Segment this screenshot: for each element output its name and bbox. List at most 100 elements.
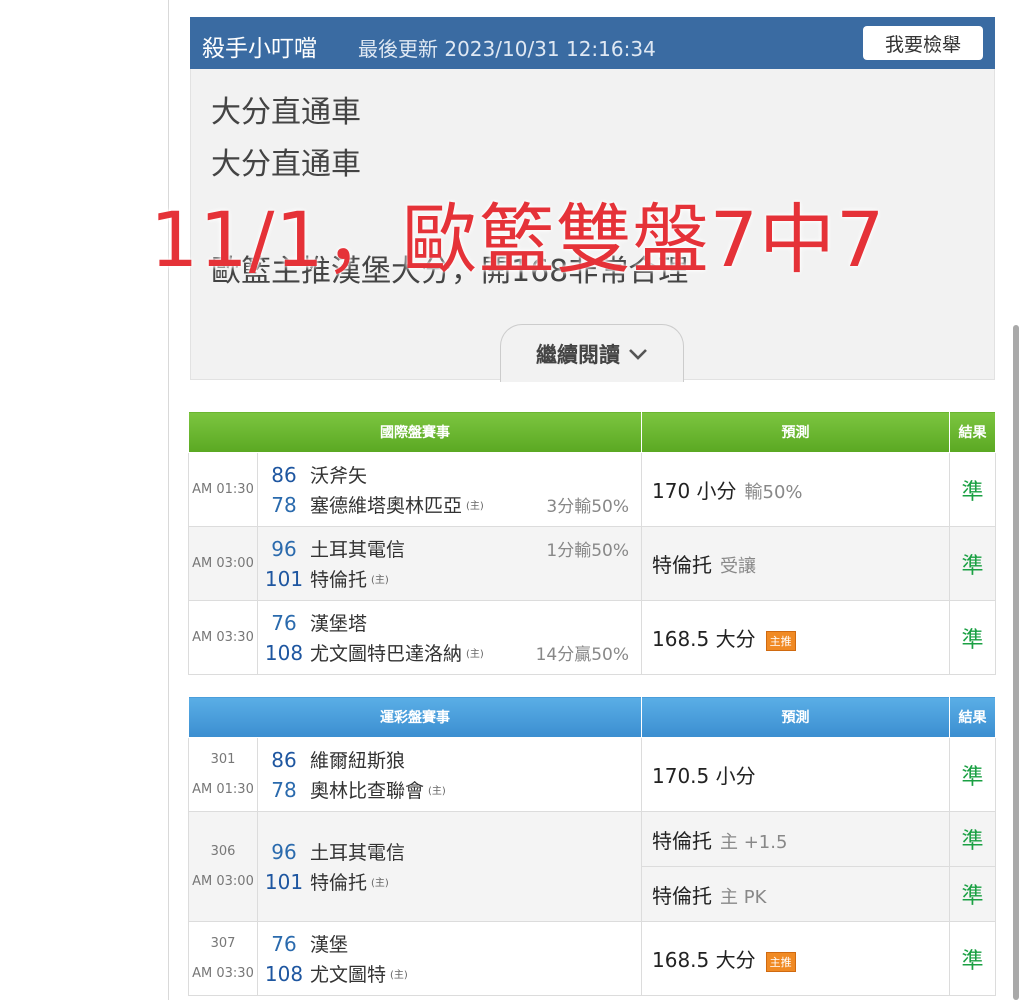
prediction-text: 170.5 小分: [652, 764, 756, 788]
table-row: AM 03:00 96 土耳其電信 1分輸50% 101 特倫托 (主) 特倫托 受讓 準: [188, 526, 996, 601]
home-team[interactable]: 特倫托: [310, 868, 367, 895]
match-teams: 96 土耳其電信 1分輸50% 101 特倫托 (主): [257, 526, 642, 601]
table-header: 運彩盤賽事 預測 結果: [188, 696, 996, 738]
lottery-predictions-table: 運彩盤賽事 預測 結果 301 AM 01:30 86 維爾紐斯狼 78 奧林比查聯會…: [188, 696, 996, 996]
home-tag: (主): [466, 649, 484, 660]
home-team[interactable]: 尤文圖特: [310, 960, 386, 987]
away-team[interactable]: 沃斧矢: [310, 461, 367, 488]
away-score: 76: [271, 610, 297, 635]
prediction-text: 特倫托: [652, 883, 712, 908]
promo-overlay-text: 11/1，歐籃雙盤7中7: [150, 195, 886, 284]
table-header: 國際盤賽事 預測 結果: [188, 411, 996, 453]
table-row: 307 AM 03:30 76 漢堡 108 尤文圖特 (主) 168.5 大分 主推 準: [188, 921, 996, 996]
article-line-2: 大分直通車: [211, 147, 361, 182]
table-row: 301 AM 01:30 86 維爾紐斯狼 78 奧林比查聯會 (主) 170.5 小分…: [188, 737, 996, 812]
result-badge: 準: [949, 526, 996, 601]
result-badge: 準: [949, 600, 996, 675]
away-score: 96: [271, 839, 297, 864]
prediction-note: 受讓: [720, 556, 756, 577]
page-left-border: [168, 0, 169, 1000]
result-badge: 準: [949, 737, 996, 812]
author-name[interactable]: 殺手小叮噹: [202, 29, 317, 63]
prediction-cell: 170 小分 輸50%: [641, 452, 950, 527]
home-team[interactable]: 尤文圖特巴達洛納: [310, 639, 462, 666]
col-header-result: 結果: [949, 411, 996, 453]
home-tag: (主): [371, 575, 389, 586]
match-time: AM 01:30: [188, 452, 258, 527]
away-score: 86: [271, 747, 297, 772]
home-score: 78: [271, 777, 297, 802]
prediction-cell: 170.5 小分: [641, 737, 950, 812]
away-team[interactable]: 土耳其電信: [310, 535, 405, 562]
home-score: 101: [264, 566, 304, 591]
intl-predictions-table: 國際盤賽事 預測 結果 AM 01:30 86 沃斧矢 78 塞德維塔奧林匹亞 (主)…: [188, 411, 996, 675]
away-team[interactable]: 漢堡塔: [310, 609, 367, 636]
prediction-cell: 特倫托 受讓: [641, 526, 950, 601]
read-more-label: 繼續閱讀: [536, 342, 620, 367]
featured-pick-badge: 主推: [765, 630, 796, 651]
away-team[interactable]: 漢堡: [310, 930, 348, 957]
match-time: AM 01:30: [192, 781, 254, 797]
prediction-cell: 168.5 大分 主推: [641, 921, 950, 996]
away-score: 86: [271, 462, 297, 487]
home-score: 78: [271, 492, 297, 517]
match-time-cell: 301 AM 01:30: [188, 737, 258, 812]
table-row: AM 03:30 76 漢堡塔 108 尤文圖特巴達洛納 (主) 14分贏50% 168…: [188, 600, 996, 675]
article-header: 殺手小叮噹 最後更新 2023/10/31 12:16:34 我要檢舉: [190, 17, 995, 69]
home-tag: (主): [466, 501, 484, 512]
handicap-result: 3分輸50%: [546, 497, 629, 517]
home-team[interactable]: 塞德維塔奧林匹亞: [310, 491, 462, 518]
table-row: 306 AM 03:00 96 土耳其電信 101 特倫托 (主) 特倫托主 +1.5 …: [188, 811, 996, 922]
handicap-result: 14分贏50%: [535, 645, 629, 665]
match-time-cell: 307 AM 03:30: [188, 921, 258, 996]
game-number: 301: [210, 751, 236, 767]
match-teams: 86 沃斧矢 78 塞德維塔奧林匹亞 (主) 3分輸50%: [257, 452, 642, 527]
prediction-text: 特倫托: [652, 828, 712, 853]
prediction-cell: 特倫托主 PK: [641, 866, 950, 922]
prediction-text: 170 小分: [652, 479, 737, 503]
home-score: 101: [264, 869, 304, 894]
match-time: AM 03:30: [192, 965, 254, 981]
home-team[interactable]: 奧林比查聯會: [310, 776, 424, 803]
result-badge: 準: [949, 866, 996, 922]
away-team[interactable]: 土耳其電信: [310, 838, 405, 865]
report-button[interactable]: 我要檢舉: [863, 26, 983, 60]
prediction-text: 特倫托: [652, 553, 712, 577]
scrollbar-thumb[interactable]: [1013, 325, 1019, 1000]
prediction-note: 主 +1.5: [720, 831, 788, 853]
featured-pick-badge: 主推: [765, 951, 796, 972]
prediction-text: 168.5 大分: [652, 627, 756, 651]
home-tag: (主): [371, 878, 389, 889]
col-header-result: 結果: [949, 696, 996, 738]
match-time: AM 03:00: [188, 526, 258, 601]
read-more-button[interactable]: 繼續閱讀: [500, 324, 684, 382]
prediction-cell: 特倫托主 +1.5: [641, 811, 950, 867]
last-updated: 最後更新 2023/10/31 12:16:34: [358, 37, 656, 61]
home-score: 108: [264, 640, 304, 665]
col-header-match: 運彩盤賽事: [188, 696, 642, 738]
match-teams: 96 土耳其電信 101 特倫托 (主): [257, 811, 642, 922]
match-time: AM 03:00: [192, 873, 254, 889]
col-header-prediction: 預測: [641, 696, 950, 738]
table-row: AM 01:30 86 沃斧矢 78 塞德維塔奧林匹亞 (主) 3分輸50% 170 小…: [188, 452, 996, 527]
home-score: 108: [264, 961, 304, 986]
prediction-note: 輸50%: [744, 482, 803, 503]
home-team[interactable]: 特倫托: [310, 565, 367, 592]
away-team[interactable]: 維爾紐斯狼: [310, 746, 405, 773]
game-number: 307: [210, 935, 236, 951]
prediction-text: 168.5 大分: [652, 948, 756, 972]
match-teams: 86 維爾紐斯狼 78 奧林比查聯會 (主): [257, 737, 642, 812]
away-score: 76: [271, 931, 297, 956]
prediction-cell: 168.5 大分 主推: [641, 600, 950, 675]
home-tag: (主): [390, 970, 408, 981]
away-score: 96: [271, 536, 297, 561]
result-badge: 準: [949, 921, 996, 996]
home-tag: (主): [428, 786, 446, 797]
match-time-cell: 306 AM 03:00: [188, 811, 258, 922]
match-teams: 76 漢堡塔 108 尤文圖特巴達洛納 (主) 14分贏50%: [257, 600, 642, 675]
chevron-down-icon: [629, 348, 647, 360]
handicap-result: 1分輸50%: [546, 541, 629, 561]
match-time: AM 03:30: [188, 600, 258, 675]
col-header-match: 國際盤賽事: [188, 411, 642, 453]
match-teams: 76 漢堡 108 尤文圖特 (主): [257, 921, 642, 996]
